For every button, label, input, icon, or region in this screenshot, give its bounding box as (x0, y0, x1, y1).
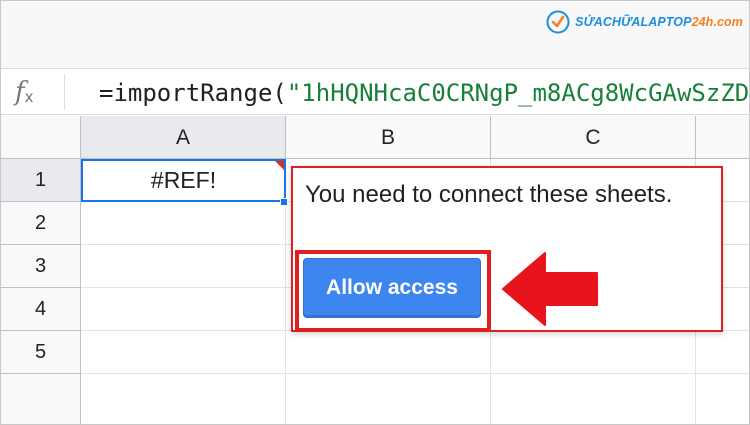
spreadsheet-screenshot: SỬACHỮALAPTOP24h.com fx =importRange("1h… (0, 0, 750, 425)
cell-a5[interactable] (81, 331, 286, 374)
row-header-6[interactable] (1, 374, 81, 424)
cell-c6[interactable] (491, 374, 696, 424)
formula-function: =importRange( (99, 79, 287, 107)
cell-d6[interactable] (696, 374, 749, 424)
cell-c5[interactable] (491, 331, 696, 374)
fx-icon: fx (15, 77, 34, 107)
column-header-b[interactable]: B (286, 116, 491, 159)
cell-a3[interactable] (81, 245, 286, 288)
error-indicator-icon[interactable] (275, 161, 284, 170)
select-all-corner[interactable] (1, 116, 81, 159)
column-header-d[interactable] (696, 116, 749, 159)
cell-a1-selected[interactable]: #REF! (81, 159, 286, 202)
brand-text: SỬACHỮALAPTOP24h.com (575, 15, 743, 29)
formula-bar[interactable]: fx =importRange("1hHQNHcaC0CRNgP_m8ACg8W… (1, 70, 750, 115)
cell-a6[interactable] (81, 374, 286, 424)
toolbar-strip: SỬACHỮALAPTOP24h.com (1, 1, 749, 69)
cell-a2[interactable] (81, 202, 286, 245)
column-header-a[interactable]: A (81, 116, 286, 159)
cell-b6[interactable] (286, 374, 491, 424)
formula-input[interactable]: =importRange("1hHQNHcaC0CRNgP_m8ACg8WcGA… (99, 79, 750, 107)
fill-handle[interactable] (280, 198, 288, 206)
row-header-4[interactable]: 4 (1, 288, 81, 331)
brand-watermark: SỬACHỮALAPTOP24h.com (546, 9, 743, 35)
row-header-3[interactable]: 3 (1, 245, 81, 288)
brand-logo-icon (546, 10, 570, 34)
row-header-1[interactable]: 1 (1, 159, 81, 202)
row-header-2[interactable]: 2 (1, 202, 81, 245)
formula-argument: "1hHQNHcaC0CRNgP_m8ACg8WcGAwSzZDkqhc (286, 79, 750, 107)
allow-access-button[interactable]: Allow access (303, 258, 481, 318)
pointer-arrow-icon (502, 252, 598, 326)
column-header-c[interactable]: C (491, 116, 696, 159)
popup-message: You need to connect these sheets. (305, 181, 673, 208)
cell-a4[interactable] (81, 288, 286, 331)
cell-a1-value: #REF! (150, 167, 217, 193)
cell-d5[interactable] (696, 331, 749, 374)
formula-separator (64, 74, 65, 110)
row-header-5[interactable]: 5 (1, 331, 81, 374)
cell-b5[interactable] (286, 331, 491, 374)
